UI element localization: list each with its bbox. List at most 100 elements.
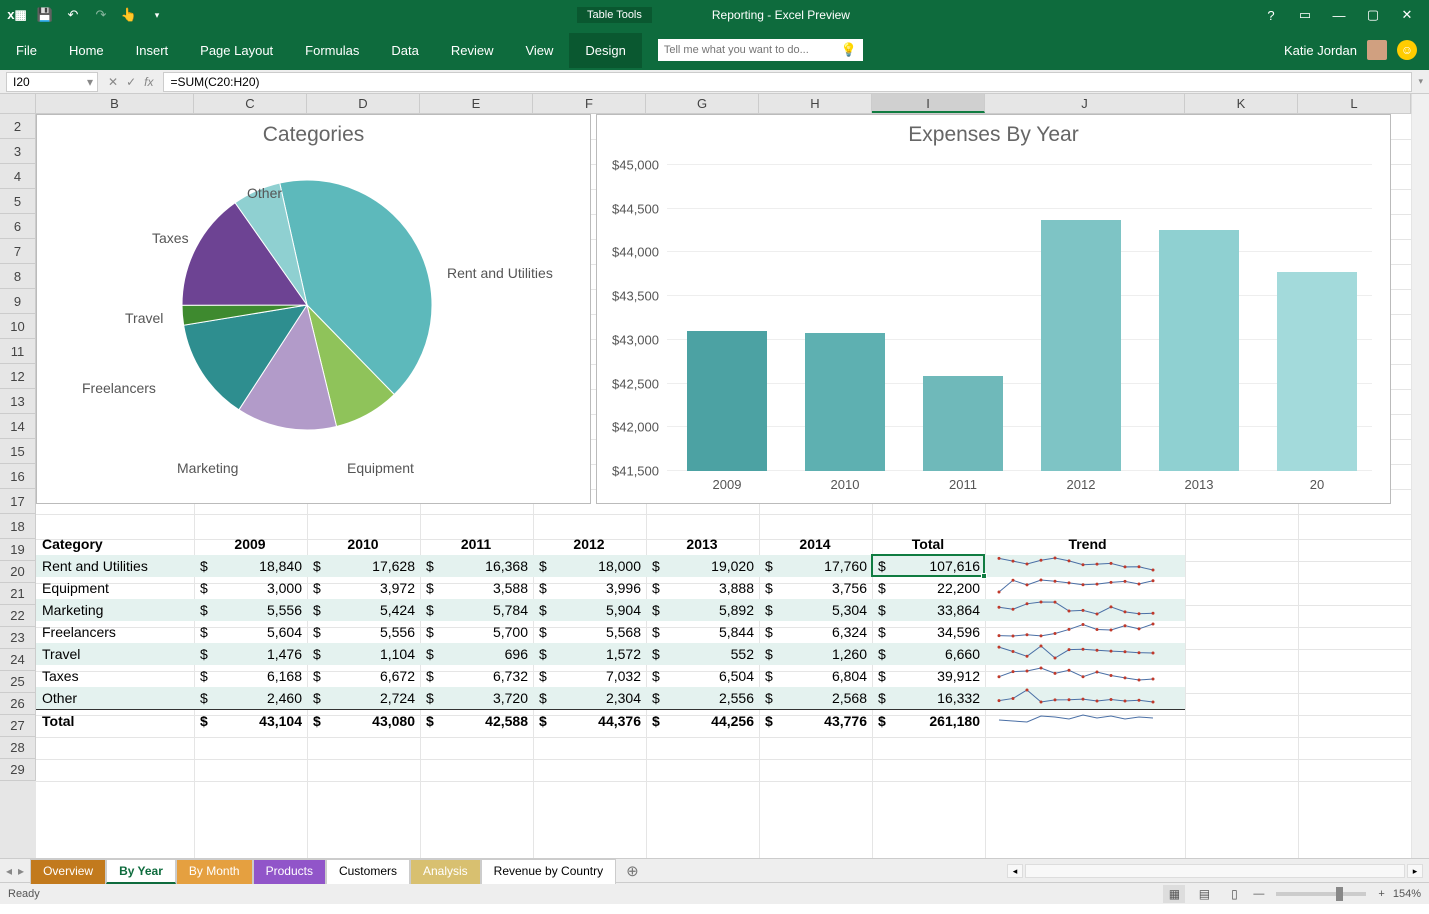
table-row[interactable]: Marketing$5,556$5,424$5,784$5,904$5,892$… xyxy=(36,599,1185,621)
maximize-icon[interactable]: ▢ xyxy=(1363,5,1383,25)
sparkline-cell[interactable] xyxy=(985,577,1185,599)
table-cell[interactable]: $5,904 xyxy=(533,599,646,621)
row-header-18[interactable]: 18 xyxy=(0,514,36,539)
table-cell[interactable]: Equipment xyxy=(36,577,194,599)
table-cell[interactable]: $5,700 xyxy=(420,621,533,643)
row-header-17[interactable]: 17 xyxy=(0,489,36,514)
table-cell[interactable]: $18,000 xyxy=(533,555,646,577)
row-header-5[interactable]: 5 xyxy=(0,189,36,214)
table-cell[interactable]: 2010 xyxy=(307,533,420,555)
tab-page-layout[interactable]: Page Layout xyxy=(184,33,289,68)
table-cell[interactable]: $6,504 xyxy=(646,665,759,687)
table-row[interactable]: Taxes$6,168$6,672$6,732$7,032$6,504$6,80… xyxy=(36,665,1185,687)
table-cell[interactable]: 2009 xyxy=(194,533,307,555)
table-cell[interactable]: 2011 xyxy=(420,533,533,555)
table-cell[interactable]: $2,556 xyxy=(646,687,759,709)
row-header-11[interactable]: 11 xyxy=(0,339,36,364)
row-header-12[interactable]: 12 xyxy=(0,364,36,389)
col-header-J[interactable]: J xyxy=(985,94,1185,113)
table-cell[interactable]: $18,840 xyxy=(194,555,307,577)
table-cell[interactable]: $5,892 xyxy=(646,599,759,621)
spreadsheet-grid[interactable]: BCDEFGHIJKL 2345678910111213141516171819… xyxy=(0,94,1429,858)
row-header-13[interactable]: 13 xyxy=(0,389,36,414)
minimize-icon[interactable]: — xyxy=(1329,5,1349,25)
row-header-6[interactable]: 6 xyxy=(0,214,36,239)
table-cell[interactable]: $5,844 xyxy=(646,621,759,643)
col-header-B[interactable]: B xyxy=(36,94,194,113)
page-layout-view-icon[interactable]: ▤ xyxy=(1193,885,1215,903)
table-cell[interactable]: Other xyxy=(36,687,194,709)
table-cell[interactable]: $43,080 xyxy=(307,710,420,731)
table-cell[interactable]: $33,864 xyxy=(872,599,985,621)
table-cell[interactable]: $44,376 xyxy=(533,710,646,731)
sparkline-cell[interactable] xyxy=(985,665,1185,687)
table-cell[interactable]: $43,104 xyxy=(194,710,307,731)
table-cell[interactable]: Freelancers xyxy=(36,621,194,643)
table-cell[interactable]: $2,724 xyxy=(307,687,420,709)
fx-icon[interactable]: fx xyxy=(144,75,153,89)
sheet-tab-by-year[interactable]: By Year xyxy=(106,859,176,884)
bar-chart[interactable]: Expenses By Year $41,500$42,000$42,500$4… xyxy=(596,114,1391,504)
zoom-in-icon[interactable]: + xyxy=(1378,888,1384,900)
table-cell[interactable]: $3,720 xyxy=(420,687,533,709)
table-cell[interactable]: Category xyxy=(36,533,194,555)
row-header-25[interactable]: 25 xyxy=(0,671,36,693)
table-cell[interactable]: $17,628 xyxy=(307,555,420,577)
col-header-L[interactable]: L xyxy=(1298,94,1411,113)
table-cell[interactable]: 2013 xyxy=(646,533,759,555)
select-all-corner[interactable] xyxy=(0,94,36,114)
table-cell[interactable]: $2,460 xyxy=(194,687,307,709)
table-cell[interactable]: $3,756 xyxy=(759,577,872,599)
table-cell[interactable]: $5,568 xyxy=(533,621,646,643)
enter-formula-icon[interactable]: ✓ xyxy=(126,75,136,89)
scroll-left-icon[interactable]: ◂ xyxy=(1007,864,1023,878)
row-header-15[interactable]: 15 xyxy=(0,439,36,464)
name-box-dropdown-icon[interactable]: ▾ xyxy=(83,75,97,89)
table-cell[interactable]: $39,912 xyxy=(872,665,985,687)
tell-me-input[interactable] xyxy=(664,44,841,56)
row-header-9[interactable]: 9 xyxy=(0,289,36,314)
sparkline-cell[interactable] xyxy=(985,643,1185,665)
table-cell[interactable]: $5,556 xyxy=(307,621,420,643)
tab-review[interactable]: Review xyxy=(435,33,510,68)
row-header-27[interactable]: 27 xyxy=(0,715,36,737)
table-cell[interactable]: Rent and Utilities xyxy=(36,555,194,577)
scroll-right-icon[interactable]: ▸ xyxy=(1407,864,1423,878)
row-header-21[interactable]: 21 xyxy=(0,583,36,605)
col-header-I[interactable]: I xyxy=(872,94,985,113)
table-cell[interactable]: $6,732 xyxy=(420,665,533,687)
tell-me-box[interactable]: 💡 xyxy=(658,39,863,61)
row-header-3[interactable]: 3 xyxy=(0,139,36,164)
cancel-formula-icon[interactable]: ✕ xyxy=(108,75,118,89)
sheet-area[interactable]: Categories Rent and UtilitiesEquipmentMa… xyxy=(36,114,1411,858)
touch-mode-icon[interactable]: 👆 xyxy=(120,6,138,24)
row-header-16[interactable]: 16 xyxy=(0,464,36,489)
table-cell[interactable]: $6,324 xyxy=(759,621,872,643)
scroll-track[interactable] xyxy=(1025,864,1405,878)
table-cell[interactable]: 2014 xyxy=(759,533,872,555)
table-row[interactable]: Other$2,460$2,724$3,720$2,304$2,556$2,56… xyxy=(36,687,1185,709)
column-headers[interactable]: BCDEFGHIJKL xyxy=(36,94,1411,114)
table-cell[interactable]: $3,972 xyxy=(307,577,420,599)
table-cell[interactable]: $43,776 xyxy=(759,710,872,731)
table-cell[interactable]: $1,260 xyxy=(759,643,872,665)
col-header-H[interactable]: H xyxy=(759,94,872,113)
table-cell[interactable]: $16,332 xyxy=(872,687,985,709)
table-cell[interactable]: $3,000 xyxy=(194,577,307,599)
table-cell[interactable]: $17,760 xyxy=(759,555,872,577)
tab-design[interactable]: Design xyxy=(569,33,641,68)
close-icon[interactable]: ✕ xyxy=(1397,5,1417,25)
redo-icon[interactable]: ↷ xyxy=(92,6,110,24)
sheet-tab-analysis[interactable]: Analysis xyxy=(410,859,481,884)
tab-nav-prev-icon[interactable]: ◂ xyxy=(6,864,12,878)
table-row[interactable]: Freelancers$5,604$5,556$5,700$5,568$5,84… xyxy=(36,621,1185,643)
col-header-K[interactable]: K xyxy=(1185,94,1298,113)
table-cell[interactable]: $107,616 xyxy=(872,555,985,577)
table-cell[interactable]: $1,572 xyxy=(533,643,646,665)
sparkline-cell[interactable] xyxy=(985,555,1185,577)
table-cell[interactable]: $1,476 xyxy=(194,643,307,665)
table-cell[interactable]: $6,168 xyxy=(194,665,307,687)
table-cell[interactable]: $5,604 xyxy=(194,621,307,643)
table-cell[interactable]: $5,556 xyxy=(194,599,307,621)
table-cell[interactable]: $6,660 xyxy=(872,643,985,665)
